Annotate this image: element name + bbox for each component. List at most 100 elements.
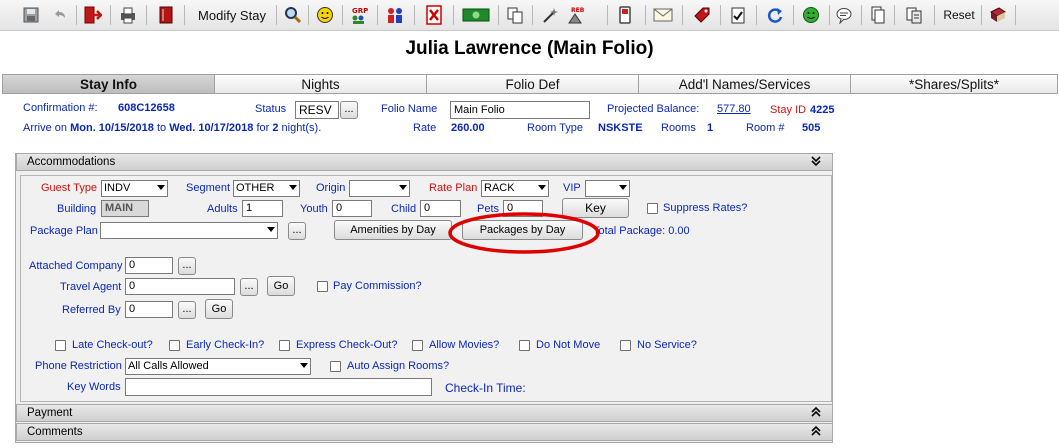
suppress-rates-checkbox[interactable] [647, 203, 658, 214]
no-service-checkbox[interactable] [620, 340, 631, 351]
projected-balance-label: Projected Balance: [607, 103, 700, 115]
auto-assign-rooms-checkbox[interactable] [330, 361, 341, 372]
copy-document-icon[interactable] [867, 3, 889, 27]
reset-button[interactable]: Reset [940, 3, 978, 27]
grp-icon[interactable]: GRP [348, 3, 370, 27]
rooms-value: 1 [707, 122, 714, 134]
referred-by-field[interactable]: 0 [125, 301, 173, 318]
rebook-icon[interactable]: REB [563, 3, 587, 27]
key-words-field[interactable] [125, 378, 432, 396]
allow-movies-checkbox[interactable] [412, 340, 423, 351]
do-not-move-checkbox[interactable] [519, 340, 530, 351]
package-plan-lookup-button[interactable]: ... [288, 222, 306, 240]
phone-restriction-select[interactable]: All Calls Allowed [125, 358, 311, 375]
search-icon[interactable] [282, 3, 304, 27]
help-book-icon[interactable] [986, 3, 1010, 27]
phone-restriction-label: Phone Restriction [35, 360, 122, 372]
svg-text:GRP: GRP [352, 7, 368, 15]
status-field[interactable]: RESV [295, 101, 339, 119]
rate-label: Rate [413, 122, 437, 134]
copy-icon[interactable] [504, 3, 526, 27]
package-plan-select[interactable] [100, 222, 278, 239]
book-icon[interactable] [154, 3, 178, 27]
pay-commission-label: Pay Commission? [333, 280, 422, 292]
phone-icon[interactable] [614, 3, 636, 27]
stay-dates: Arrive on Mon. 10/15/2018 to Wed. 10/17/… [23, 122, 322, 134]
accommodations-header[interactable]: Accommodations [16, 153, 833, 171]
confirmation-label: Confirmation #: [23, 102, 98, 114]
refresh-icon[interactable] [763, 3, 787, 27]
auto-assign-rooms-label: Auto Assign Rooms? [347, 360, 450, 372]
toolbar: Modify Stay GRP REB Reset [0, 0, 1059, 31]
vip-select[interactable] [585, 180, 630, 197]
green-smiley-icon[interactable] [799, 3, 823, 27]
origin-label: Origin [316, 182, 346, 194]
segment-select[interactable]: OTHER [233, 180, 300, 197]
folio-name-label: Folio Name [381, 103, 438, 115]
folio-name-field[interactable]: Main Folio [450, 101, 590, 119]
tab-stay-info[interactable]: Stay Info [2, 74, 215, 94]
check-in-time-label: Check-In Time: [445, 381, 526, 395]
collapse-icon[interactable] [810, 155, 822, 172]
stay-id-value: 4225 [810, 104, 835, 116]
smiley-icon[interactable] [314, 3, 336, 27]
projected-balance-link[interactable]: 577.80 [717, 103, 751, 115]
exit-icon[interactable] [81, 3, 105, 27]
pay-commission-checkbox[interactable] [317, 281, 328, 292]
guest-type-select[interactable]: INDV [101, 180, 168, 197]
page-title: Julia Lawrence (Main Folio) [405, 38, 654, 59]
modify-stay-button[interactable]: Modify Stay [190, 3, 274, 27]
guests-icon[interactable] [384, 3, 406, 27]
checklist-icon[interactable] [727, 3, 749, 27]
amenities-by-day-button[interactable]: Amenities by Day [334, 220, 452, 240]
attached-company-label: Attached Company [29, 260, 123, 272]
referred-by-lookup-button[interactable]: ... [178, 301, 196, 319]
message-icon[interactable] [833, 3, 855, 27]
expand-icon[interactable] [810, 406, 822, 423]
late-checkout-checkbox[interactable] [55, 340, 66, 351]
comments-header[interactable]: Comments [16, 423, 833, 441]
attached-company-field[interactable]: 0 [125, 257, 173, 274]
rate-value: 260.00 [451, 122, 485, 134]
segment-label: Segment [186, 182, 231, 194]
magic-icon[interactable] [538, 3, 562, 27]
express-checkout-label: Express Check-Out? [296, 339, 398, 351]
room-number-value: 505 [802, 122, 821, 134]
early-checkin-checkbox[interactable] [169, 340, 180, 351]
referred-by-go-button[interactable]: Go [205, 299, 233, 319]
tag-icon[interactable] [690, 3, 714, 27]
status-lookup-button[interactable]: ... [340, 101, 358, 119]
early-checkin-label: Early Check-In? [186, 339, 265, 351]
save-icon[interactable] [20, 3, 42, 27]
cancel-icon[interactable] [422, 3, 446, 27]
expand-icon[interactable] [810, 425, 822, 442]
adults-field[interactable]: 1 [242, 200, 283, 217]
email-icon[interactable] [650, 3, 676, 27]
rate-plan-select[interactable]: RACK [481, 180, 549, 197]
tab-folio-def[interactable]: Folio Def [426, 74, 639, 94]
tab-nights[interactable]: Nights [214, 74, 427, 94]
late-checkout-label: Late Check-out? [72, 339, 153, 351]
express-checkout-checkbox[interactable] [279, 340, 290, 351]
money-icon[interactable] [459, 3, 493, 27]
undo-icon[interactable] [48, 3, 70, 27]
confirmation-number: 608C12658 [118, 102, 175, 114]
building-field: MAIN [101, 200, 149, 217]
referred-by-label: Referred By [62, 304, 121, 316]
tab-shares-splits[interactable]: *Shares/Splits* [850, 74, 1058, 94]
travel-agent-field[interactable]: 0 [125, 278, 235, 295]
print-icon[interactable] [116, 3, 140, 27]
total-package-label: Total Package: 0.00 [593, 225, 690, 237]
youth-field[interactable]: 0 [332, 200, 372, 217]
rate-plan-label: Rate Plan [429, 182, 478, 194]
travel-agent-go-button[interactable]: Go [267, 276, 295, 296]
travel-agent-lookup-button[interactable]: ... [240, 278, 258, 296]
room-number-label: Room # [746, 122, 785, 134]
rooms-label: Rooms [661, 122, 696, 134]
origin-select[interactable] [349, 180, 410, 197]
allow-movies-label: Allow Movies? [429, 339, 500, 351]
payment-header[interactable]: Payment [16, 404, 833, 422]
tab-addl-names-services[interactable]: Add'l Names/Services [638, 74, 851, 94]
duplicate-icon[interactable] [902, 3, 926, 27]
attached-company-lookup-button[interactable]: ... [178, 257, 196, 275]
